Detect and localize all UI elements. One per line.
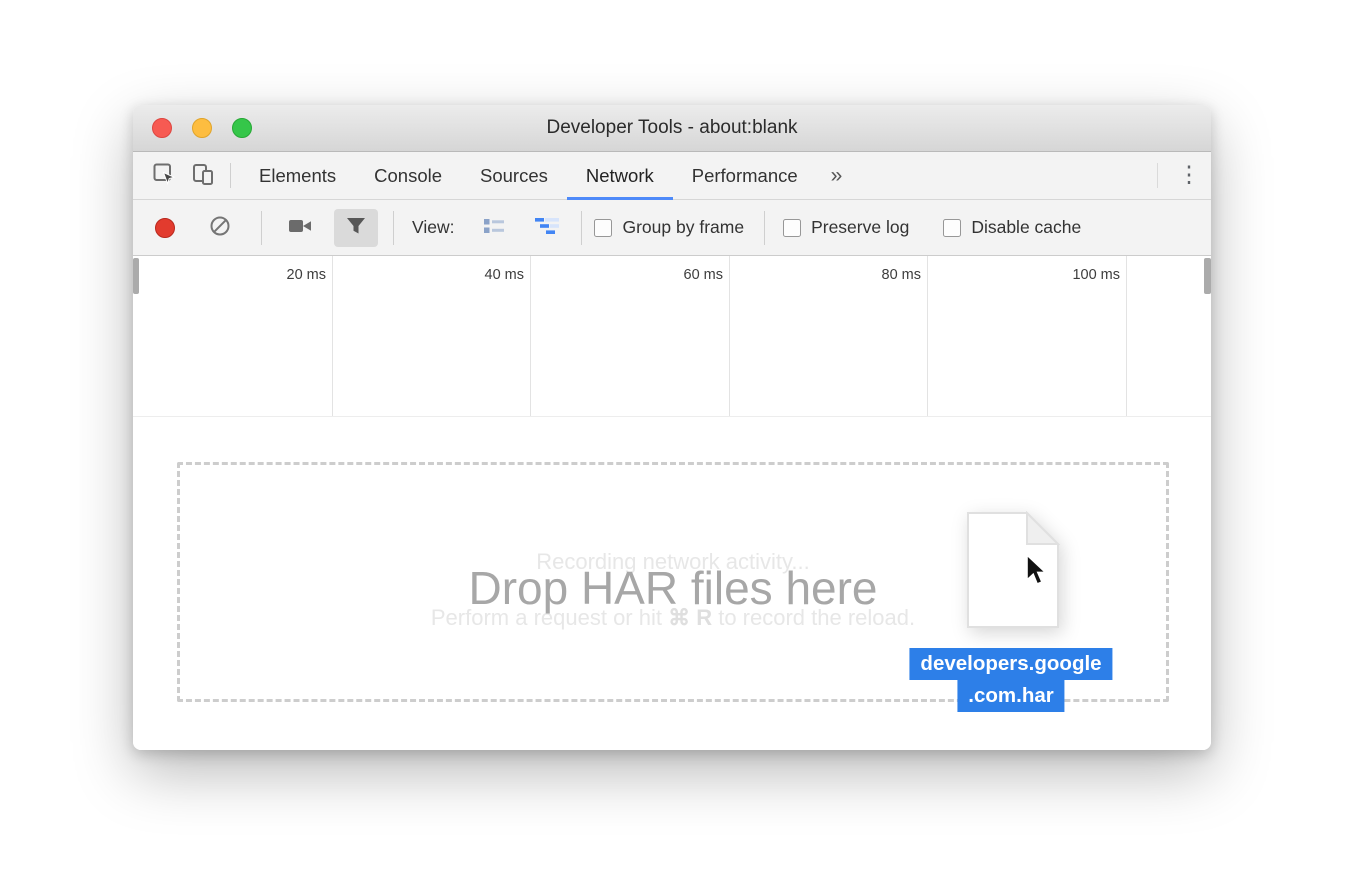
drag-cursor-icon <box>1023 553 1050 594</box>
funnel-icon <box>346 217 366 238</box>
network-timeline-grid: 20 ms 40 ms 60 ms 80 ms 100 ms <box>133 256 1211 417</box>
preserve-log-label: Preserve log <box>811 217 909 238</box>
tabbar-spacer <box>856 152 1148 199</box>
dragged-file-badge: developers.google .com.har <box>909 648 1112 712</box>
disable-cache-checkbox[interactable]: Disable cache <box>943 217 1081 238</box>
checkbox-icon[interactable] <box>943 219 961 237</box>
divider <box>1157 163 1158 188</box>
disable-cache-label: Disable cache <box>971 217 1081 238</box>
capture-screenshots-button[interactable] <box>288 217 312 238</box>
network-panel-body: Recording network activity... Perform a … <box>133 417 1211 750</box>
inspect-cursor-icon <box>153 163 176 189</box>
timeline-gridline <box>729 256 730 416</box>
divider <box>581 211 582 245</box>
circle-slash-icon <box>209 215 231 240</box>
preserve-log-checkbox[interactable]: Preserve log <box>783 217 909 238</box>
titlebar[interactable]: Developer Tools - about:blank <box>133 105 1211 152</box>
inspect-element-button[interactable] <box>145 152 183 199</box>
timeline-tick-40ms: 40 ms <box>384 267 524 283</box>
tab-sources[interactable]: Sources <box>461 152 567 199</box>
dragged-file-name-line2: .com.har <box>957 680 1064 712</box>
timeline-gridline <box>530 256 531 416</box>
timeline-gridline <box>332 256 333 416</box>
group-by-frame-label: Group by frame <box>622 217 744 238</box>
divider <box>393 211 394 245</box>
timeline-tick-60ms: 60 ms <box>583 267 723 283</box>
waterfall-icon <box>534 216 561 239</box>
video-camera-icon <box>288 217 312 238</box>
divider <box>230 163 231 188</box>
devtools-tabbar: Elements Console Sources Network Perform… <box>133 152 1211 200</box>
devtools-menu-button[interactable]: ⋮ <box>1167 152 1211 199</box>
close-window-button[interactable] <box>152 118 172 138</box>
timeline-tick-80ms: 80 ms <box>781 267 921 283</box>
more-tabs-button[interactable]: » <box>817 152 857 199</box>
tab-console[interactable]: Console <box>355 152 461 199</box>
har-dropzone[interactable]: Recording network activity... Perform a … <box>177 462 1169 702</box>
view-waterfall-button[interactable] <box>534 216 561 239</box>
view-list-button[interactable] <box>482 216 506 239</box>
dragged-file-name-line1: developers.google <box>909 648 1112 680</box>
clear-requests-button[interactable] <box>209 215 231 240</box>
timeline-tick-20ms: 20 ms <box>186 267 326 283</box>
window-controls <box>152 118 252 138</box>
device-toolbar-button[interactable] <box>183 152 221 199</box>
divider <box>261 211 262 245</box>
timeline-scroll-handle-left[interactable] <box>133 258 139 294</box>
tab-network[interactable]: Network <box>567 152 673 199</box>
list-view-icon <box>482 216 506 239</box>
timeline-gridline <box>927 256 928 416</box>
timeline-scroll-handle-right[interactable] <box>1204 258 1211 294</box>
device-toolbar-icon <box>191 163 214 189</box>
group-by-frame-checkbox[interactable]: Group by frame <box>594 217 744 238</box>
network-toolbar: View: <box>133 200 1211 256</box>
divider <box>764 211 765 245</box>
timeline-tick-100ms: 100 ms <box>980 267 1120 283</box>
tab-performance[interactable]: Performance <box>673 152 817 199</box>
minimize-window-button[interactable] <box>192 118 212 138</box>
checkbox-icon[interactable] <box>594 219 612 237</box>
tab-elements[interactable]: Elements <box>240 152 355 199</box>
timeline-gridline <box>1126 256 1127 416</box>
filter-button[interactable] <box>334 209 378 247</box>
zoom-window-button[interactable] <box>232 118 252 138</box>
record-network-log-button[interactable] <box>155 218 175 238</box>
window-title: Developer Tools - about:blank <box>546 117 797 139</box>
checkbox-icon[interactable] <box>783 219 801 237</box>
view-label: View: <box>412 217 454 238</box>
devtools-window: Developer Tools - about:blank Elements C… <box>133 105 1211 750</box>
